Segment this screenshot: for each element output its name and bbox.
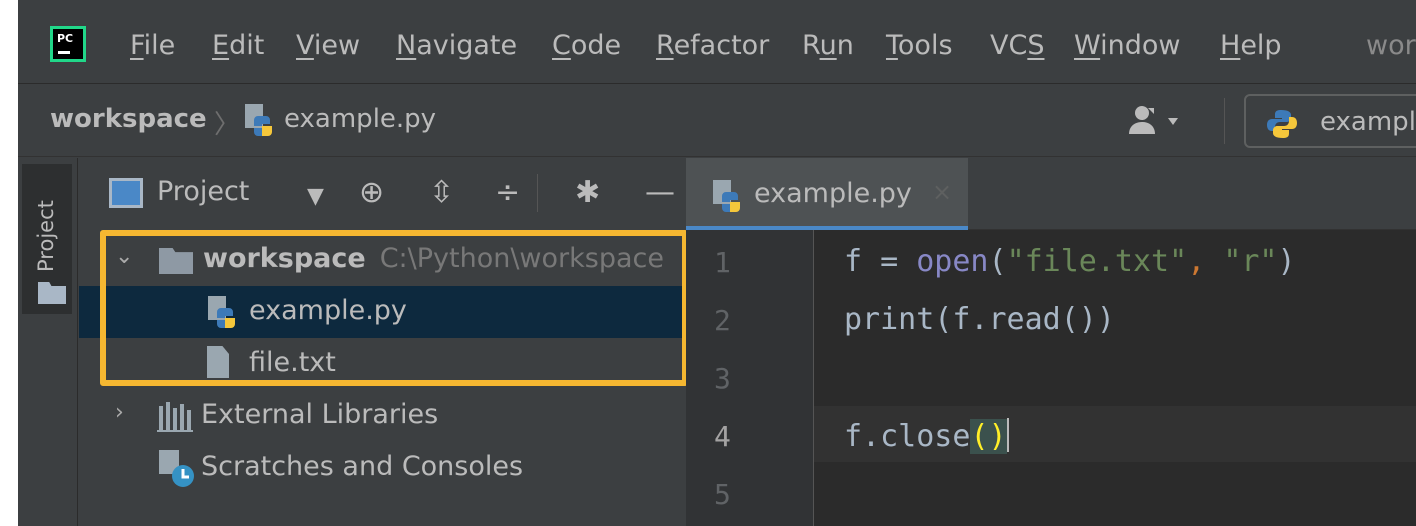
tree-row-scratches[interactable]: Scratches and Consoles [79,442,685,494]
breadcrumb-separator: 〉 [214,110,241,140]
chevron-right-icon[interactable]: › [115,400,124,425]
matched-parentheses: () [970,419,1007,454]
scratches-icon [157,448,199,494]
run-configuration-label: exampl [1320,107,1416,137]
python-icon [1266,108,1298,144]
menu-code[interactable]: Code [552,30,621,61]
project-view-label[interactable]: Project [157,176,249,207]
user-account-icon[interactable] [1126,104,1186,138]
locate-file-icon[interactable]: ⊕ [359,176,384,210]
python-file-icon [710,178,746,218]
window-title: wor [1366,30,1416,61]
toolbar-divider [1224,98,1225,144]
menu-help[interactable]: Help [1220,30,1282,61]
tab-example-py[interactable]: example.py × [686,158,968,230]
breadcrumb-root[interactable]: workspace [50,104,207,134]
ide-window: PC File Edit View Navigate Code Refactor… [18,0,1416,526]
editor-tab-bar: example.py × [686,158,1416,230]
library-icon [157,400,197,436]
text-caret [1006,418,1009,452]
code-line-2[interactable]: print(f.read()) [844,302,1115,337]
chevron-down-icon[interactable]: ▼ [307,180,324,214]
gear-icon[interactable]: ✱ [575,176,600,210]
external-libraries-label: External Libraries [201,399,439,430]
line-number: 1 [714,246,731,279]
close-icon[interactable]: × [932,178,952,206]
menu-refactor[interactable]: Refactor [656,30,769,61]
tree-row-external-libraries[interactable]: › External Libraries [79,390,685,442]
run-configuration-selector[interactable]: exampl [1244,94,1416,148]
code-line-1[interactable]: f = open("file.txt", "r") [844,244,1296,279]
code-editor: example.py × 1 2 3 4 5 f = open("file.tx… [686,158,1416,526]
expand-all-icon[interactable]: ⇳ [429,176,454,210]
project-view-icon [109,178,143,208]
header-divider [537,174,538,212]
scratches-label: Scratches and Consoles [201,451,524,482]
collapse-all-icon[interactable]: ÷ [495,176,520,210]
menu-view[interactable]: View [296,30,360,61]
project-tool-button[interactable]: Project [22,164,72,314]
pycharm-logo-icon: PC [50,26,86,62]
menu-navigate[interactable]: Navigate [396,30,517,61]
menu-file[interactable]: File [130,30,175,61]
menu-bar: PC File Edit View Navigate Code Refactor… [18,10,1416,82]
menu-edit[interactable]: Edit [212,30,264,61]
project-panel-header: Project ▼ ⊕ ⇳ ÷ ✱ — [79,158,685,230]
line-number: 5 [714,478,731,511]
menu-vcs[interactable]: VCS [990,30,1044,61]
code-line-4[interactable]: f.close() [844,418,1009,454]
minimize-icon[interactable]: — [645,176,675,210]
line-number: 4 [714,420,731,453]
folder-icon [38,282,66,304]
tool-window-strip: Project [18,158,78,526]
line-number-gutter: 1 2 3 4 5 [686,230,814,526]
navigation-bar: workspace 〉 example.py exampl [18,83,1416,157]
project-tool-label: Project [34,200,58,272]
menu-window[interactable]: Window [1074,30,1180,61]
menu-tools[interactable]: Tools [886,30,953,61]
breadcrumb-file[interactable]: example.py [284,104,436,134]
python-file-icon [242,102,278,142]
line-number: 2 [714,304,731,337]
menu-run[interactable]: Run [802,30,854,61]
highlight-annotation-box [100,230,688,386]
line-number: 3 [714,362,731,395]
tab-label: example.py [754,178,912,209]
